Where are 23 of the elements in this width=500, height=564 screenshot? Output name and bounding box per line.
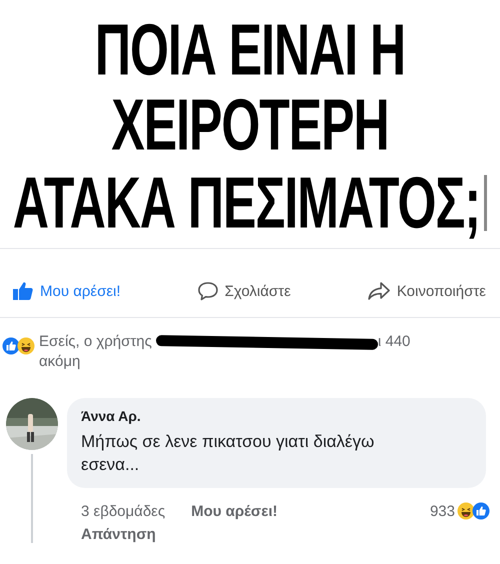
comment-like-link[interactable]: Μου αρέσει! bbox=[191, 502, 278, 520]
thumbs-up-icon bbox=[12, 281, 34, 301]
like-button[interactable]: Μου αρέσει! bbox=[8, 279, 125, 303]
reactions-text: Εσείς, ο χρήστης bbox=[39, 332, 152, 352]
reaction-count: 933 bbox=[430, 502, 455, 520]
reactions-text: ακόμη bbox=[39, 352, 82, 372]
comment-time: 3 εβδομάδες bbox=[81, 502, 166, 520]
share-arrow-icon bbox=[366, 281, 391, 301]
comment-button[interactable]: Σχολιάστε bbox=[192, 279, 295, 303]
text-cursor bbox=[484, 175, 488, 232]
post-title-line: ΧΕΙΡΟΤΕΡΗ bbox=[111, 88, 389, 162]
laughing-reaction-icon bbox=[17, 337, 35, 355]
like-reaction-icon bbox=[2, 337, 20, 355]
post-title-line: ΑΤΑΚΑ ΠΕΣΙΜΑΤΟΣ; bbox=[12, 167, 480, 240]
reply-link[interactable]: Απάντηση bbox=[67, 520, 486, 543]
post-title-line: ΠΟΙΑ ΕΙΝΑΙ Η bbox=[94, 13, 406, 86]
share-button[interactable]: Κοινοποιήστε bbox=[362, 279, 490, 303]
reactions-count: ι 440 bbox=[378, 332, 410, 352]
speech-bubble-icon bbox=[196, 281, 219, 301]
laughing-reaction-icon bbox=[457, 502, 475, 520]
comment-text: Μήπως σε λενε πικατσου γιατι διαλέγω εσενα... bbox=[81, 431, 376, 476]
comment-author[interactable]: Άννα Αρ. bbox=[81, 408, 472, 424]
like-reaction-icon bbox=[472, 502, 490, 520]
